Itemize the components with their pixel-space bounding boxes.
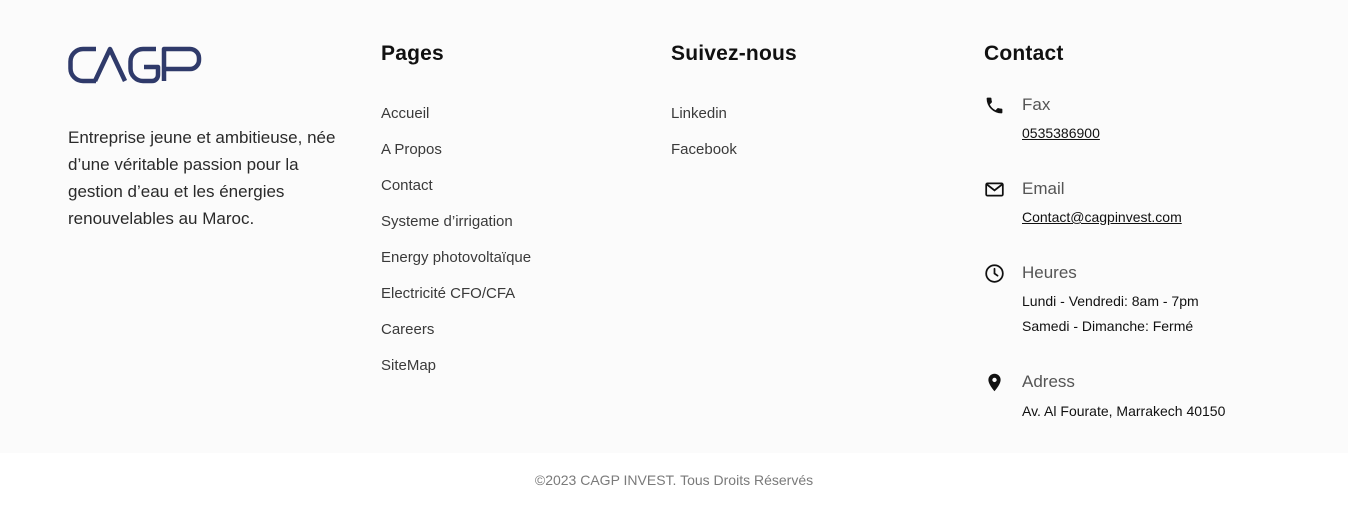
contact-heading: Contact	[984, 42, 1064, 65]
link-contact[interactable]: Contact	[381, 176, 531, 212]
link-electricite[interactable]: Electricité CFO/CFA	[381, 284, 531, 320]
cagp-logo[interactable]	[68, 46, 204, 84]
email-label: Email	[1022, 179, 1065, 198]
hours-label: Heures	[1022, 263, 1077, 282]
envelope-icon	[985, 182, 1004, 197]
social-links: Linkedin Facebook	[671, 104, 737, 176]
link-accueil[interactable]: Accueil	[381, 104, 531, 140]
copyright-text: ©2023 CAGP INVEST. Tous Droits Réservés	[534, 472, 814, 488]
hours-weekend: Samedi - Dimanche: Fermé	[1022, 318, 1194, 334]
map-pin-icon	[988, 373, 1001, 392]
phone-icon	[986, 97, 1003, 114]
footer-main: Entreprise jeune et ambitieuse, née d’un…	[0, 0, 1348, 453]
pages-heading: Pages	[381, 42, 444, 65]
company-description: Entreprise jeune et ambitieuse, née d’un…	[68, 128, 336, 228]
email-link[interactable]: Contact@cagpinvest.com	[1022, 209, 1182, 225]
fax-label: Fax	[1022, 95, 1051, 114]
clock-icon	[985, 264, 1004, 283]
link-careers[interactable]: Careers	[381, 320, 531, 356]
hours-weekdays: Lundi - Vendredi: 8am - 7pm	[1022, 293, 1199, 309]
link-sitemap[interactable]: SiteMap	[381, 356, 531, 392]
link-a-propos[interactable]: A Propos	[381, 140, 531, 176]
pages-links: Accueil A Propos Contact Systeme d’irrig…	[381, 104, 531, 392]
fax-number-link[interactable]: 0535386900	[1022, 125, 1100, 141]
link-linkedin[interactable]: Linkedin	[671, 104, 737, 140]
link-irrigation[interactable]: Systeme d’irrigation	[381, 212, 531, 248]
follow-heading: Suivez-nous	[671, 42, 797, 65]
link-facebook[interactable]: Facebook	[671, 140, 737, 176]
address-label: Adress	[1022, 372, 1075, 391]
address-value: Av. Al Fourate, Marrakech 40150	[1022, 403, 1226, 419]
link-photovoltaique[interactable]: Energy photovoltaïque	[381, 248, 531, 284]
